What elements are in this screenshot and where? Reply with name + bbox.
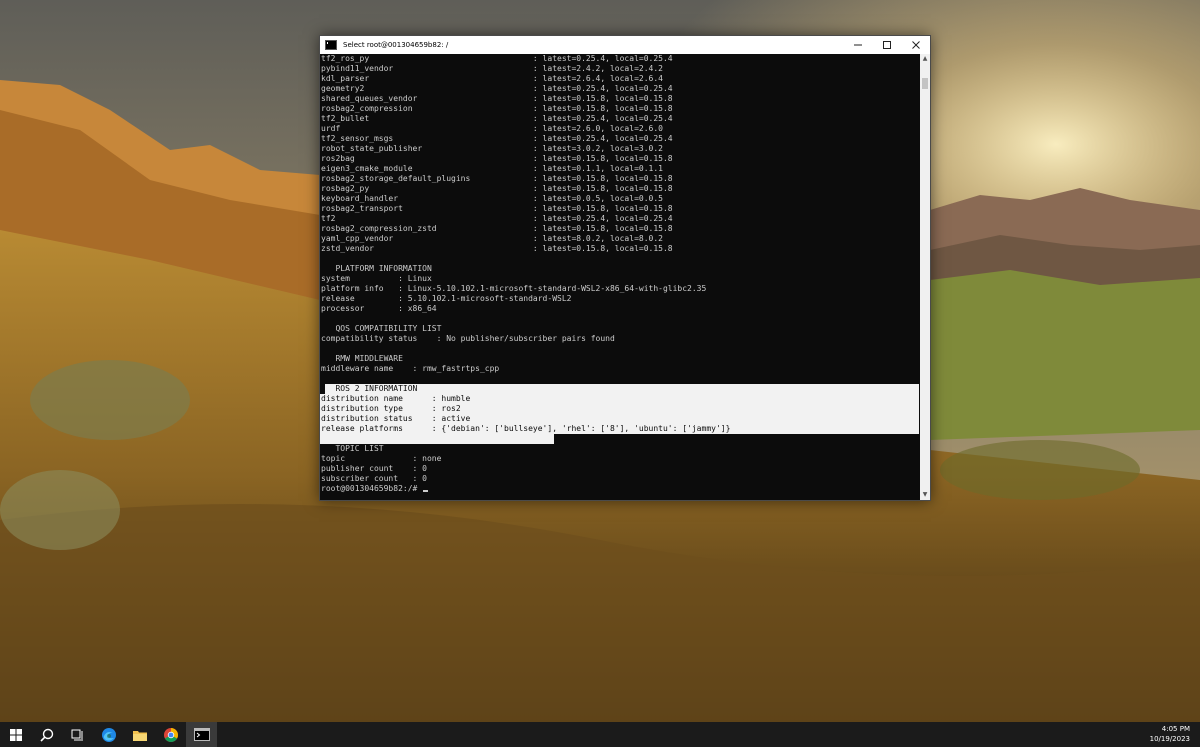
terminal-line: distribution status : active (321, 414, 471, 423)
terminal-line: tf2_bullet : latest=0.25.4, local=0.25.4 (321, 114, 673, 123)
terminal-icon[interactable] (186, 722, 217, 747)
terminal-line: platform info : Linux-5.10.102.1-microso… (321, 284, 707, 293)
terminal-line: ROS 2 INFORMATION (321, 384, 418, 393)
terminal-line: tf2_sensor_msgs : latest=0.25.4, local=0… (321, 134, 673, 143)
terminal-output[interactable]: tf2_ros_py : latest=0.25.4, local=0.25.4… (320, 54, 919, 500)
shell-prompt: root@001304659b82:/# (321, 484, 418, 493)
terminal-line: urdf : latest=2.6.0, local=2.6.0 (321, 124, 663, 133)
terminal-line: keyboard_handler : latest=0.0.5, local=0… (321, 194, 663, 203)
terminal-line: zstd_vendor : latest=0.15.8, local=0.15.… (321, 244, 673, 253)
task-view-icon[interactable] (62, 722, 93, 747)
clock-date: 10/19/2023 (1149, 735, 1190, 743)
terminal-line: publisher count : 0 (321, 464, 427, 473)
terminal-prompt-line[interactable]: root@001304659b82:/# (320, 484, 730, 494)
terminal-line: middleware name : rmw_fastrtps_cpp (321, 364, 500, 373)
terminal-line: eigen3_cmake_module : latest=0.1.1, loca… (321, 164, 663, 173)
terminal-line: shared_queues_vendor : latest=0.15.8, lo… (321, 94, 673, 103)
file-explorer-icon[interactable] (124, 722, 155, 747)
terminal-line: PLATFORM INFORMATION (321, 264, 432, 273)
window-title: Select root@001304659b82: / (343, 41, 449, 49)
cmd-app-icon (325, 40, 337, 50)
terminal-line: rosbag2_compression : latest=0.15.8, loc… (321, 104, 673, 113)
scroll-up-icon[interactable]: ▲ (920, 54, 930, 64)
terminal-line: subscriber count : 0 (321, 474, 427, 483)
text-cursor (423, 490, 429, 492)
terminal-line: QOS COMPATIBILITY LIST (321, 324, 442, 333)
window-titlebar[interactable]: Select root@001304659b82: / (320, 36, 930, 54)
terminal-line: compatibility status : No publisher/subs… (321, 334, 615, 343)
terminal-line: ros2bag : latest=0.15.8, local=0.15.8 (321, 154, 673, 163)
terminal-line: rosbag2_py : latest=0.15.8, local=0.15.8 (321, 184, 673, 193)
terminal-line: RMW MIDDLEWARE (321, 354, 403, 363)
scroll-down-icon[interactable]: ▼ (920, 490, 930, 500)
terminal-line: TOPIC LIST (321, 444, 384, 453)
system-clock[interactable]: 4:05 PM 10/19/2023 (1150, 724, 1190, 744)
terminal-line: kdl_parser : latest=2.6.4, local=2.6.4 (321, 74, 663, 83)
terminal-line: rosbag2_compression_zstd : latest=0.15.8… (321, 224, 673, 233)
scrollbar-thumb[interactable] (922, 78, 928, 89)
chrome-icon[interactable] (155, 722, 186, 747)
terminal-line: yaml_cpp_vendor : latest=8.0.2, local=8.… (321, 234, 663, 243)
clock-time: 4:05 PM (1161, 725, 1190, 733)
terminal-line: distribution name : humble (321, 394, 471, 403)
taskbar: 4:05 PM 10/19/2023 (0, 722, 1200, 747)
terminal-line: topic : none (321, 454, 442, 463)
terminal-line: processor : x86_64 (321, 304, 437, 313)
terminal-line: pybind11_vendor : latest=2.4.2, local=2.… (321, 64, 663, 73)
terminal-lines: tf2_ros_py : latest=0.25.4, local=0.25.4… (320, 54, 730, 494)
terminal-line: release : 5.10.102.1-microsoft-standard-… (321, 294, 572, 303)
minimize-icon[interactable] (843, 36, 872, 54)
terminal-line: rosbag2_storage_default_plugins : latest… (321, 174, 673, 183)
vertical-scrollbar[interactable]: ▲ ▼ (920, 54, 930, 500)
terminal-line: system : Linux (321, 274, 432, 283)
terminal-window[interactable]: Select root@001304659b82: / tf2_ros_py :… (319, 35, 931, 501)
terminal-line: release platforms : {'debian': ['bullsey… (321, 424, 731, 433)
close-icon[interactable] (901, 36, 930, 54)
maximize-icon[interactable] (872, 36, 901, 54)
terminal-line: tf2 : latest=0.25.4, local=0.25.4 (321, 214, 673, 223)
terminal-line: tf2_ros_py : latest=0.25.4, local=0.25.4 (321, 54, 673, 63)
terminal-line: geometry2 : latest=0.25.4, local=0.25.4 (321, 84, 673, 93)
terminal-line: distribution type : ros2 (321, 404, 461, 413)
terminal-line: rosbag2_transport : latest=0.15.8, local… (321, 204, 673, 213)
windows-start-icon[interactable] (0, 722, 31, 747)
search-icon[interactable] (31, 722, 62, 747)
terminal-line: robot_state_publisher : latest=3.0.2, lo… (321, 144, 663, 153)
edge-browser-icon[interactable] (93, 722, 124, 747)
